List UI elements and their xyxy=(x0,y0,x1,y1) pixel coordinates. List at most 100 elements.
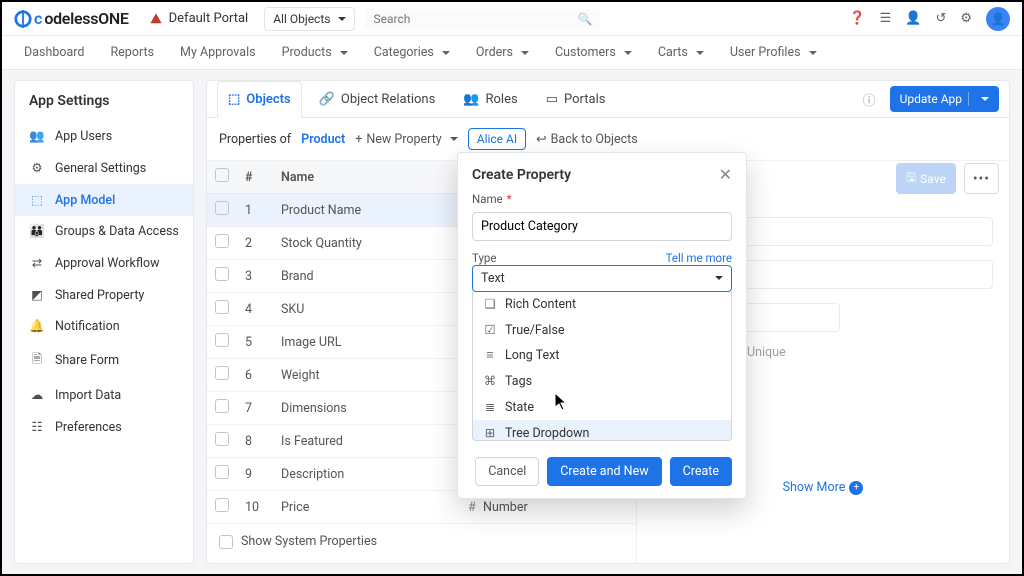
sidebar-item-label: Groups & Data Access xyxy=(55,224,179,239)
sidebar-item-approval-workflow[interactable]: ⇄Approval Workflow xyxy=(15,247,193,279)
sidebar-item-share-form[interactable]: 🗎Share Form xyxy=(15,342,193,379)
row-checkbox[interactable] xyxy=(215,333,229,347)
type-option-long-text[interactable]: ≡Long Text xyxy=(473,343,731,368)
menu-my-approvals[interactable]: My Approvals xyxy=(180,45,256,60)
object-selector[interactable]: All Objects xyxy=(264,7,355,31)
chevron-down-icon xyxy=(711,271,723,286)
save-label: Save xyxy=(920,172,946,186)
brand-logo[interactable]: codelessONE xyxy=(14,9,129,28)
sidebar-item-label: Notification xyxy=(55,319,120,334)
show-system-properties[interactable]: Show System Properties xyxy=(207,524,636,559)
update-app-button[interactable]: Update App xyxy=(890,86,999,112)
type-option-label: True/False xyxy=(505,323,565,338)
row-number: 2 xyxy=(237,227,273,260)
logo-accent: c xyxy=(34,9,42,28)
sidebar-item-preferences[interactable]: ☷Preferences xyxy=(15,411,193,443)
row-number: 4 xyxy=(237,293,273,326)
select-all-checkbox[interactable] xyxy=(215,168,229,182)
global-search[interactable]: 🔍 xyxy=(365,9,600,29)
name-field-label: Name xyxy=(472,192,503,206)
sidebar-item-label: Preferences xyxy=(55,420,122,435)
menu-orders[interactable]: Orders xyxy=(476,45,529,60)
more-actions-button[interactable]: ••• xyxy=(964,163,999,194)
database-icon[interactable]: ☰ xyxy=(880,11,892,26)
history-icon[interactable]: ↺ xyxy=(935,11,946,26)
row-checkbox[interactable] xyxy=(215,234,229,248)
row-checkbox[interactable] xyxy=(215,498,229,512)
save-button[interactable]: 🖫 Save xyxy=(896,163,956,194)
alice-ai-button[interactable]: Alice AI xyxy=(468,128,526,150)
tab-label: Objects xyxy=(246,92,290,107)
create-and-new-button[interactable]: Create and New xyxy=(547,457,661,486)
row-checkbox[interactable] xyxy=(215,267,229,281)
row-number: 8 xyxy=(237,425,273,458)
tab-roles[interactable]: 👥Roles xyxy=(452,81,528,117)
new-property-button[interactable]: + New Property xyxy=(355,132,457,147)
cancel-button[interactable]: Cancel xyxy=(475,457,539,486)
type-option-true-false[interactable]: ☑True/False xyxy=(473,317,731,343)
settings-icon[interactable]: ⚙ xyxy=(960,11,972,26)
type-option-state[interactable]: ≣State xyxy=(473,394,731,420)
sidebar-item-import-data[interactable]: ☁Import Data xyxy=(15,379,193,411)
gear-icon: ⚙ xyxy=(29,160,45,176)
sidebar-item-label: Shared Property xyxy=(55,288,144,303)
row-checkbox[interactable] xyxy=(215,300,229,314)
type-option-label: State xyxy=(505,400,534,415)
row-checkbox[interactable] xyxy=(215,465,229,479)
portal-label: Default Portal xyxy=(169,11,249,26)
update-app-label: Update App xyxy=(900,92,962,106)
avatar[interactable]: 👤 xyxy=(986,7,1010,31)
show-system-label: Show System Properties xyxy=(241,534,377,549)
save-icon: 🖫 xyxy=(906,168,916,189)
type-option-tree-dropdown[interactable]: ⊞Tree Dropdown xyxy=(473,420,731,441)
help-icon[interactable]: ❓ xyxy=(849,11,865,26)
sidebar-item-general-settings[interactable]: ⚙ General Settings xyxy=(15,152,193,184)
object-name[interactable]: Product xyxy=(301,132,345,147)
row-checkbox[interactable] xyxy=(215,201,229,215)
menu-categories[interactable]: Categories xyxy=(374,45,450,60)
top-bar: codelessONE Default Portal All Objects 🔍… xyxy=(2,2,1022,36)
top-icon-bar: ❓ ☰ 👤 ↺ ⚙ 👤 xyxy=(849,7,1010,31)
type-option-rich-content[interactable]: ❏Rich Content xyxy=(473,291,731,317)
row-name: SKU xyxy=(273,293,457,326)
type-option-tags[interactable]: ⌘Tags xyxy=(473,368,731,394)
back-arrow-icon: ↩ xyxy=(536,131,546,147)
sidebar-item-app-users[interactable]: 👥App Users xyxy=(15,121,193,152)
back-to-objects-button[interactable]: ↩ Back to Objects xyxy=(536,131,638,147)
row-name: Dimensions xyxy=(273,392,457,425)
sidebar-item-label: General Settings xyxy=(55,161,146,176)
property-name-input[interactable] xyxy=(472,212,732,241)
sidebar-item-shared-property[interactable]: ◩Shared Property xyxy=(15,279,193,311)
tab-portals[interactable]: ▭Portals xyxy=(535,81,617,117)
sidebar-item-groups-data-access[interactable]: 👪Groups & Data Access xyxy=(15,216,193,247)
user-switch-icon[interactable]: 👤 xyxy=(905,11,921,26)
menu-dashboard[interactable]: Dashboard xyxy=(24,45,84,60)
portal-badge[interactable]: Default Portal xyxy=(149,11,249,26)
create-button[interactable]: Create xyxy=(670,457,732,486)
menu-user-profiles[interactable]: User Profiles xyxy=(730,45,817,60)
search-input[interactable] xyxy=(373,12,577,26)
tell-me-more-link[interactable]: Tell me more xyxy=(666,251,732,265)
tab-object-relations[interactable]: 🔗Object Relations xyxy=(308,81,447,117)
sidebar-item-notification[interactable]: 🔔Notification xyxy=(15,311,193,342)
chevron-down-icon xyxy=(968,92,989,106)
type-option-icon: ❏ xyxy=(483,296,497,312)
tab-objects[interactable]: ⬚Objects xyxy=(217,81,302,118)
row-checkbox[interactable] xyxy=(215,399,229,413)
menu-customers[interactable]: Customers xyxy=(555,45,632,60)
sidebar-item-app-model[interactable]: ⬚App Model xyxy=(15,184,193,216)
type-dropdown[interactable]: ❏Rich Content☑True/False≡Long Text⌘Tags≣… xyxy=(472,291,732,441)
menu-carts[interactable]: Carts xyxy=(658,45,704,60)
row-name: Description xyxy=(273,458,457,491)
menu-products[interactable]: Products xyxy=(282,45,348,60)
type-select[interactable]: Text xyxy=(472,265,732,292)
row-checkbox[interactable] xyxy=(215,432,229,446)
logo-text: odelessONE xyxy=(44,9,128,28)
type-option-label: Long Text xyxy=(505,348,559,363)
menu-reports[interactable]: Reports xyxy=(110,45,154,60)
row-checkbox[interactable] xyxy=(215,366,229,380)
close-icon[interactable]: ✕ xyxy=(719,165,732,184)
row-name: Brand xyxy=(273,260,457,293)
show-system-checkbox[interactable] xyxy=(219,535,233,549)
info-icon[interactable]: ⓘ xyxy=(863,90,876,109)
